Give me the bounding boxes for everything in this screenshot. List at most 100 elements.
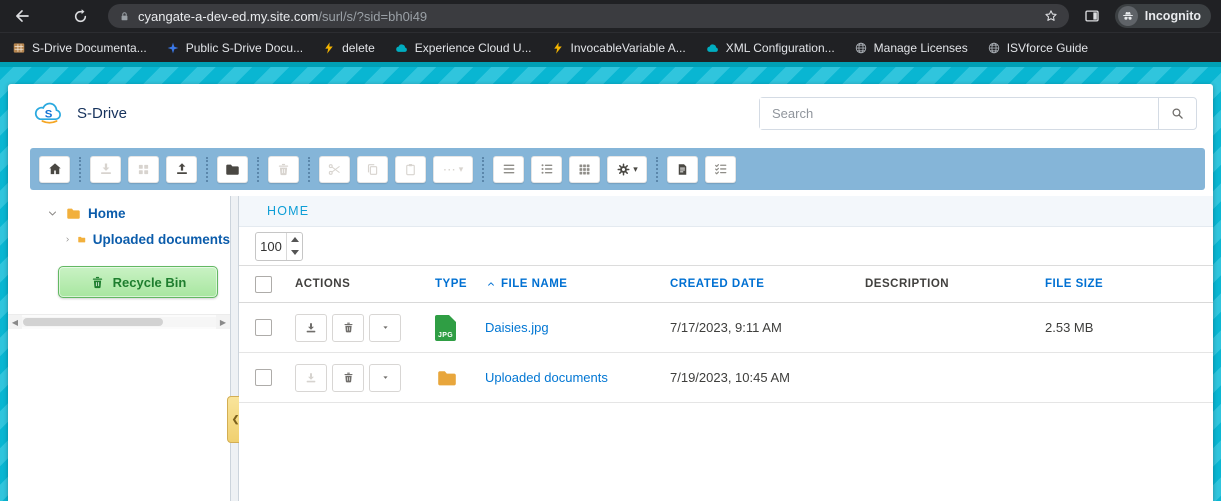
bookmark-item[interactable]: S-Drive Documenta... bbox=[12, 41, 147, 55]
incognito-label: Incognito bbox=[1145, 9, 1201, 23]
search-input[interactable] bbox=[760, 98, 1158, 129]
bookmark-label: InvocableVariable A... bbox=[571, 41, 686, 55]
header-checkbox-cell bbox=[255, 276, 295, 293]
bookmark-item[interactable]: InvocableVariable A... bbox=[551, 41, 686, 55]
upload-button[interactable] bbox=[166, 156, 197, 183]
row-delete-button[interactable] bbox=[332, 314, 364, 342]
row-checkbox[interactable] bbox=[255, 369, 272, 386]
home-button[interactable] bbox=[39, 156, 70, 183]
folder-icon bbox=[65, 205, 82, 222]
panel-splitter: ❮ bbox=[230, 196, 239, 501]
step-down-button[interactable] bbox=[287, 246, 302, 260]
file-name-link[interactable]: Daisies.jpg bbox=[485, 320, 549, 335]
row-download-button[interactable] bbox=[295, 314, 327, 342]
side-panel-icon[interactable] bbox=[1083, 7, 1101, 25]
scrollbar-track[interactable] bbox=[22, 317, 216, 327]
row-type-cell: JPG bbox=[435, 315, 485, 341]
search-button[interactable] bbox=[1158, 98, 1196, 129]
breadcrumb: HOME bbox=[239, 196, 1213, 227]
sort-ascending-icon bbox=[485, 278, 497, 290]
bookmark-label: XML Configuration... bbox=[726, 41, 835, 55]
bookmark-label: Experience Cloud U... bbox=[415, 41, 532, 55]
row-delete-button[interactable] bbox=[332, 364, 364, 392]
svg-text:S: S bbox=[45, 108, 53, 120]
card-header: S S-Drive bbox=[8, 84, 1213, 142]
chevron-right-icon[interactable] bbox=[64, 233, 71, 246]
settings-button[interactable]: ▾ bbox=[607, 156, 647, 183]
bookmark-item[interactable]: Experience Cloud U... bbox=[394, 41, 532, 56]
reload-button[interactable] bbox=[68, 4, 92, 28]
lock-icon[interactable] bbox=[118, 10, 131, 23]
row-name-cell: Uploaded documents bbox=[485, 370, 670, 385]
bookmark-label: Public S-Drive Docu... bbox=[186, 41, 303, 55]
download-icon bbox=[98, 161, 114, 177]
app-title: S-Drive bbox=[77, 105, 127, 122]
properties-button[interactable] bbox=[667, 156, 698, 183]
triangle-down-icon bbox=[291, 250, 299, 255]
table-row: JPG Daisies.jpg 7/17/2023, 9:11 AM 2.53 … bbox=[239, 303, 1213, 353]
step-up-button[interactable] bbox=[287, 233, 302, 247]
toolbar-separator bbox=[206, 157, 208, 182]
content-body: Home Uploaded documents Recycle Bin ◀ bbox=[8, 196, 1213, 501]
row-name-cell: Daisies.jpg bbox=[485, 320, 670, 335]
bookmark-label: ISVforce Guide bbox=[1007, 41, 1088, 55]
globe-favicon bbox=[987, 41, 1001, 55]
row-more-button[interactable] bbox=[369, 314, 401, 342]
paste-button bbox=[395, 156, 426, 183]
bookmark-item[interactable]: delete bbox=[322, 41, 375, 55]
list-view-button[interactable] bbox=[493, 156, 524, 183]
caret-down-icon: ▾ bbox=[459, 165, 464, 174]
tree-item-uploaded-documents[interactable]: Uploaded documents bbox=[8, 226, 230, 252]
new-folder-button[interactable] bbox=[217, 156, 248, 183]
select-all-button[interactable] bbox=[705, 156, 736, 183]
row-size-cell: 2.53 MB bbox=[1045, 320, 1213, 335]
folder-name-link[interactable]: Uploaded documents bbox=[485, 370, 608, 385]
bookmark-item[interactable]: XML Configuration... bbox=[705, 41, 835, 56]
scrollbar-thumb[interactable] bbox=[23, 318, 163, 326]
row-checkbox[interactable] bbox=[255, 319, 272, 336]
back-button[interactable] bbox=[10, 4, 34, 28]
url-bar[interactable]: cyangate-a-dev-ed.my.site.com/surl/s/?si… bbox=[108, 4, 1069, 28]
row-type-cell bbox=[435, 366, 485, 390]
search-icon bbox=[1170, 106, 1185, 121]
row-more-button[interactable] bbox=[369, 364, 401, 392]
grid-view-button[interactable] bbox=[569, 156, 600, 183]
column-header-file-size[interactable]: FILE SIZE bbox=[1045, 278, 1213, 290]
breadcrumb-home-link[interactable]: HOME bbox=[267, 204, 309, 218]
url-domain: cyangate-a-dev-ed.my.site.com bbox=[138, 9, 318, 24]
column-header-type[interactable]: TYPE bbox=[435, 278, 485, 290]
detail-view-button[interactable] bbox=[531, 156, 562, 183]
column-header-created-date[interactable]: CREATED DATE bbox=[670, 278, 865, 290]
ellipsis-icon: ⋯ bbox=[443, 163, 457, 176]
scroll-left-arrow[interactable]: ◀ bbox=[8, 315, 22, 329]
tree-item-home[interactable]: Home bbox=[8, 200, 230, 226]
more-actions-button: ⋯▾ bbox=[433, 156, 473, 183]
bookmark-star-icon[interactable] bbox=[1043, 8, 1059, 24]
delete-button bbox=[268, 156, 299, 183]
download-icon bbox=[304, 371, 318, 385]
bookmark-item[interactable]: Public S-Drive Docu... bbox=[166, 41, 303, 55]
recycle-bin-button[interactable]: Recycle Bin bbox=[58, 266, 218, 298]
trash-icon bbox=[342, 321, 355, 334]
cloud-favicon bbox=[705, 41, 720, 56]
url-path: /surl/s/?sid=bh0i49 bbox=[318, 9, 427, 24]
column-header-file-name[interactable]: FILE NAME bbox=[485, 278, 670, 290]
tree-horizontal-scrollbar[interactable]: ◀ ▶ bbox=[8, 314, 230, 329]
bookmark-item[interactable]: Manage Licenses bbox=[854, 41, 968, 55]
chevron-down-icon[interactable] bbox=[46, 207, 59, 220]
document-icon bbox=[675, 162, 690, 177]
gear-icon bbox=[616, 162, 631, 177]
screen: cyangate-a-dev-ed.my.site.com/surl/s/?si… bbox=[0, 0, 1221, 501]
tree-item-label: Home bbox=[88, 206, 126, 221]
file-list-area: HOME 100 ACTIONS bbox=[239, 196, 1213, 501]
column-header-actions: ACTIONS bbox=[295, 278, 435, 290]
grid-squares-icon bbox=[136, 162, 151, 177]
page-size-value: 100 bbox=[256, 233, 286, 260]
page-size-stepper[interactable]: 100 bbox=[255, 232, 303, 261]
bookmark-item[interactable]: ISVforce Guide bbox=[987, 41, 1088, 55]
select-all-checkbox[interactable] bbox=[255, 276, 272, 293]
grid-icon bbox=[577, 162, 592, 177]
bookmark-label: S-Drive Documenta... bbox=[32, 41, 147, 55]
scroll-right-arrow[interactable]: ▶ bbox=[216, 315, 230, 329]
star4-favicon bbox=[166, 41, 180, 55]
